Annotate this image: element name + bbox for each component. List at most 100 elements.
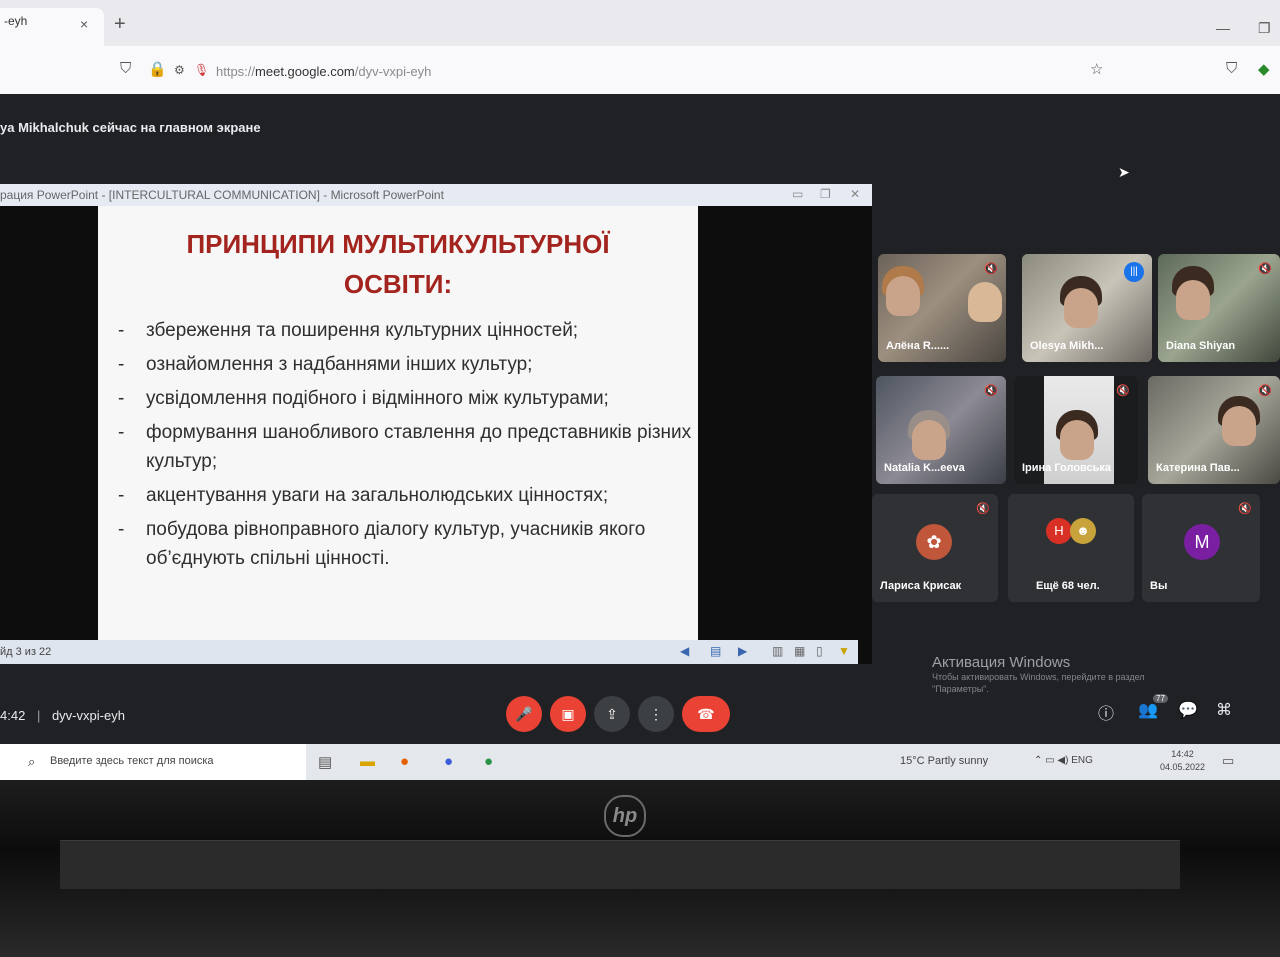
normal-view-icon[interactable]: ▥ (772, 644, 783, 658)
ppt-restore-icon[interactable]: ❐ (820, 187, 831, 201)
tab-close-icon[interactable]: × (80, 16, 88, 32)
system-tray[interactable]: ⌃ ▭ ◀) ENG (1034, 755, 1093, 766)
people-icon[interactable]: 👥 77 (1138, 694, 1168, 720)
more-options-button[interactable]: ⋮ (638, 696, 674, 732)
slide-bullet: усвідомлення подібного і відмінного між … (118, 384, 693, 413)
tray-expand-icon[interactable]: ⌃ (1034, 755, 1042, 766)
meeting-info: 4:42 | dyv-vxpi-eyh (0, 708, 125, 723)
notes-icon[interactable]: ▤ (710, 644, 721, 658)
mic-off-icon: 🔇 (1258, 385, 1272, 397)
tray-network-icon[interactable]: ▭ (1045, 755, 1054, 766)
participant-name: Алёна R...... (886, 340, 950, 352)
mic-off-icon: 🔇 (976, 503, 990, 515)
sorter-view-icon[interactable]: ▦ (794, 644, 805, 658)
activities-icon[interactable]: ⌘ (1216, 700, 1232, 720)
windows-taskbar: ⌕ Введите здесь текст для поиска ▤ ▬ ● ●… (0, 744, 1280, 780)
activation-title: Активация Windows (932, 654, 1071, 671)
browser-tab[interactable]: -eyh × (0, 8, 104, 46)
participant-name: Diana Shiyan (1166, 340, 1236, 352)
activation-line1: Чтобы активировать Windows, перейдите в … (932, 672, 1145, 682)
reading-view-icon[interactable]: ▯ (816, 644, 823, 658)
mic-off-icon: 🔇 (1116, 385, 1130, 397)
url-path: /dyv-vxpi-eyh (354, 64, 432, 79)
firefox-icon[interactable]: ● (400, 753, 409, 770)
slideshow-icon[interactable]: ▼ (838, 644, 850, 658)
participant-tile[interactable]: 🔇 Катерина Пав... (1148, 376, 1280, 484)
pocket-icon[interactable]: ⛉ (1226, 60, 1237, 77)
minimize-icon[interactable]: — (1216, 20, 1230, 36)
url-field[interactable]: https://meet.google.com/dyv-vxpi-eyh (216, 64, 431, 79)
ppt-titlebar: рация PowerPoint - [INTERCULTURAL COMMUN… (0, 184, 872, 206)
participant-name: Ірина Головська (1022, 462, 1112, 474)
participant-tile[interactable]: 🔇 Diana Shiyan (1158, 254, 1280, 362)
bookmark-star-icon[interactable]: ☆ (1090, 60, 1103, 78)
mic-toggle-button[interactable]: 🎤 (506, 696, 542, 732)
lock-icon[interactable]: 🔒 (148, 60, 167, 78)
mic-off-icon: 🔇 (1258, 263, 1272, 275)
slide-bullet: ознайомлення з надбаннями інших культур; (118, 350, 693, 379)
laptop-hinge (60, 840, 1180, 889)
ppt-close-icon[interactable]: ✕ (850, 187, 860, 201)
extension-icon[interactable]: ◆ (1258, 60, 1270, 78)
slide-title-line1: ПРИНЦИПИ МУЛЬТИКУЛЬТУРНОЇ (186, 229, 610, 259)
permissions-icon[interactable]: ⚙ (174, 63, 185, 77)
next-slide-icon[interactable]: ▶ (738, 644, 747, 658)
utorrent-icon[interactable]: ● (484, 753, 493, 770)
chat-icon[interactable]: 💬 (1178, 700, 1198, 720)
participant-tile[interactable]: ✿ 🔇 Лариса Крисак (872, 494, 998, 602)
participant-name: Лариса Крисак (880, 580, 962, 592)
ppt-window-title: рация PowerPoint - [INTERCULTURAL COMMUN… (0, 188, 444, 202)
slide-counter: йд 3 из 22 (0, 646, 52, 658)
laptop-screen: -eyh × + — ❐ ⛉ 🔒 ⚙ 🎙 https://meet.google… (0, 0, 1280, 780)
leave-call-button[interactable]: ☎ (682, 696, 730, 732)
viber-icon[interactable]: ● (444, 753, 453, 770)
participant-face (1176, 280, 1210, 320)
restore-icon[interactable]: ❐ (1258, 20, 1271, 37)
mic-off-icon: 🔇 (984, 385, 998, 397)
more-participants-label: Ещё 68 чел. (1036, 580, 1100, 592)
participant-face (1222, 406, 1256, 446)
browser-navbar: ⛉ 🔒 ⚙ 🎙 https://meet.google.com/dyv-vxpi… (0, 46, 1280, 95)
notifications-icon[interactable]: ▭ (1222, 753, 1234, 769)
search-placeholder: Введите здесь текст для поиска (50, 755, 214, 767)
clock-date: 04.05.2022 (1160, 762, 1206, 772)
file-explorer-icon[interactable]: ▬ (360, 753, 375, 770)
present-screen-button[interactable]: ⇪ (594, 696, 630, 732)
meeting-time: 4:42 (0, 708, 26, 723)
slide-bullet: акцентування уваги на загальнолюдських ц… (118, 481, 693, 510)
meet-control-bar: 4:42 | dyv-vxpi-eyh 🎤 ▣ ⇪ ⋮ ☎ ⓘ 👥 77 💬 ⌘ (0, 688, 1280, 744)
tray-volume-icon[interactable]: ◀) (1057, 755, 1068, 766)
shield-icon[interactable]: ⛉ (120, 60, 131, 77)
participant-tile[interactable]: 🔇 Ірина Головська (1014, 376, 1138, 484)
participant-name: Катерина Пав... (1156, 462, 1240, 474)
participant-tile[interactable]: 🔇 Natalia K...eeva (876, 376, 1006, 484)
prev-slide-icon[interactable]: ◀ (680, 644, 689, 658)
microphone-icon[interactable]: 🎙 (194, 63, 209, 77)
meet-window: ya Mikhalchuk сейчас на главном экране ➤… (0, 94, 1280, 744)
task-view-icon[interactable]: ▤ (318, 753, 332, 771)
self-tile[interactable]: M 🔇 Вы (1142, 494, 1260, 602)
language-indicator[interactable]: ENG (1071, 755, 1093, 766)
participant-face (968, 282, 1002, 322)
slide-bullet: формування шанобливого ставлення до пред… (118, 418, 693, 476)
participant-name: Olesya Mikh... (1030, 340, 1104, 352)
clock-time: 14:42 (1171, 749, 1194, 759)
more-participants-avatar: H (1046, 518, 1072, 544)
more-participants-tile[interactable]: H ☻ Ещё 68 чел. (1008, 494, 1134, 602)
participant-tile[interactable]: 🔇 Алёна R...... (878, 254, 1006, 362)
slide-bullets: збереження та поширення культурних цінно… (118, 316, 693, 578)
taskbar-search[interactable]: ⌕ Введите здесь текст для поиска (0, 744, 306, 780)
ppt-minimize-icon[interactable]: ▭ (792, 187, 803, 201)
camera-toggle-button[interactable]: ▣ (550, 696, 586, 732)
participant-face (1060, 420, 1094, 460)
search-icon: ⌕ (28, 754, 36, 769)
new-tab-button[interactable]: + (114, 14, 126, 34)
ppt-statusbar: йд 3 из 22 ◀ ▤ ▶ ▥ ▦ ▯ ▼ (0, 640, 858, 664)
mic-off-icon: 🔇 (984, 263, 998, 275)
weather-widget[interactable]: 15°C Partly sunny (900, 755, 988, 767)
participant-name: Natalia K...eeva (884, 462, 965, 474)
participant-tile-active[interactable]: ||| Olesya Mikh... (1022, 254, 1152, 362)
presenting-banner: ya Mikhalchuk сейчас на главном экране (0, 120, 261, 135)
taskbar-clock[interactable]: 14:42 04.05.2022 (1160, 748, 1205, 774)
info-icon[interactable]: ⓘ (1098, 700, 1114, 724)
